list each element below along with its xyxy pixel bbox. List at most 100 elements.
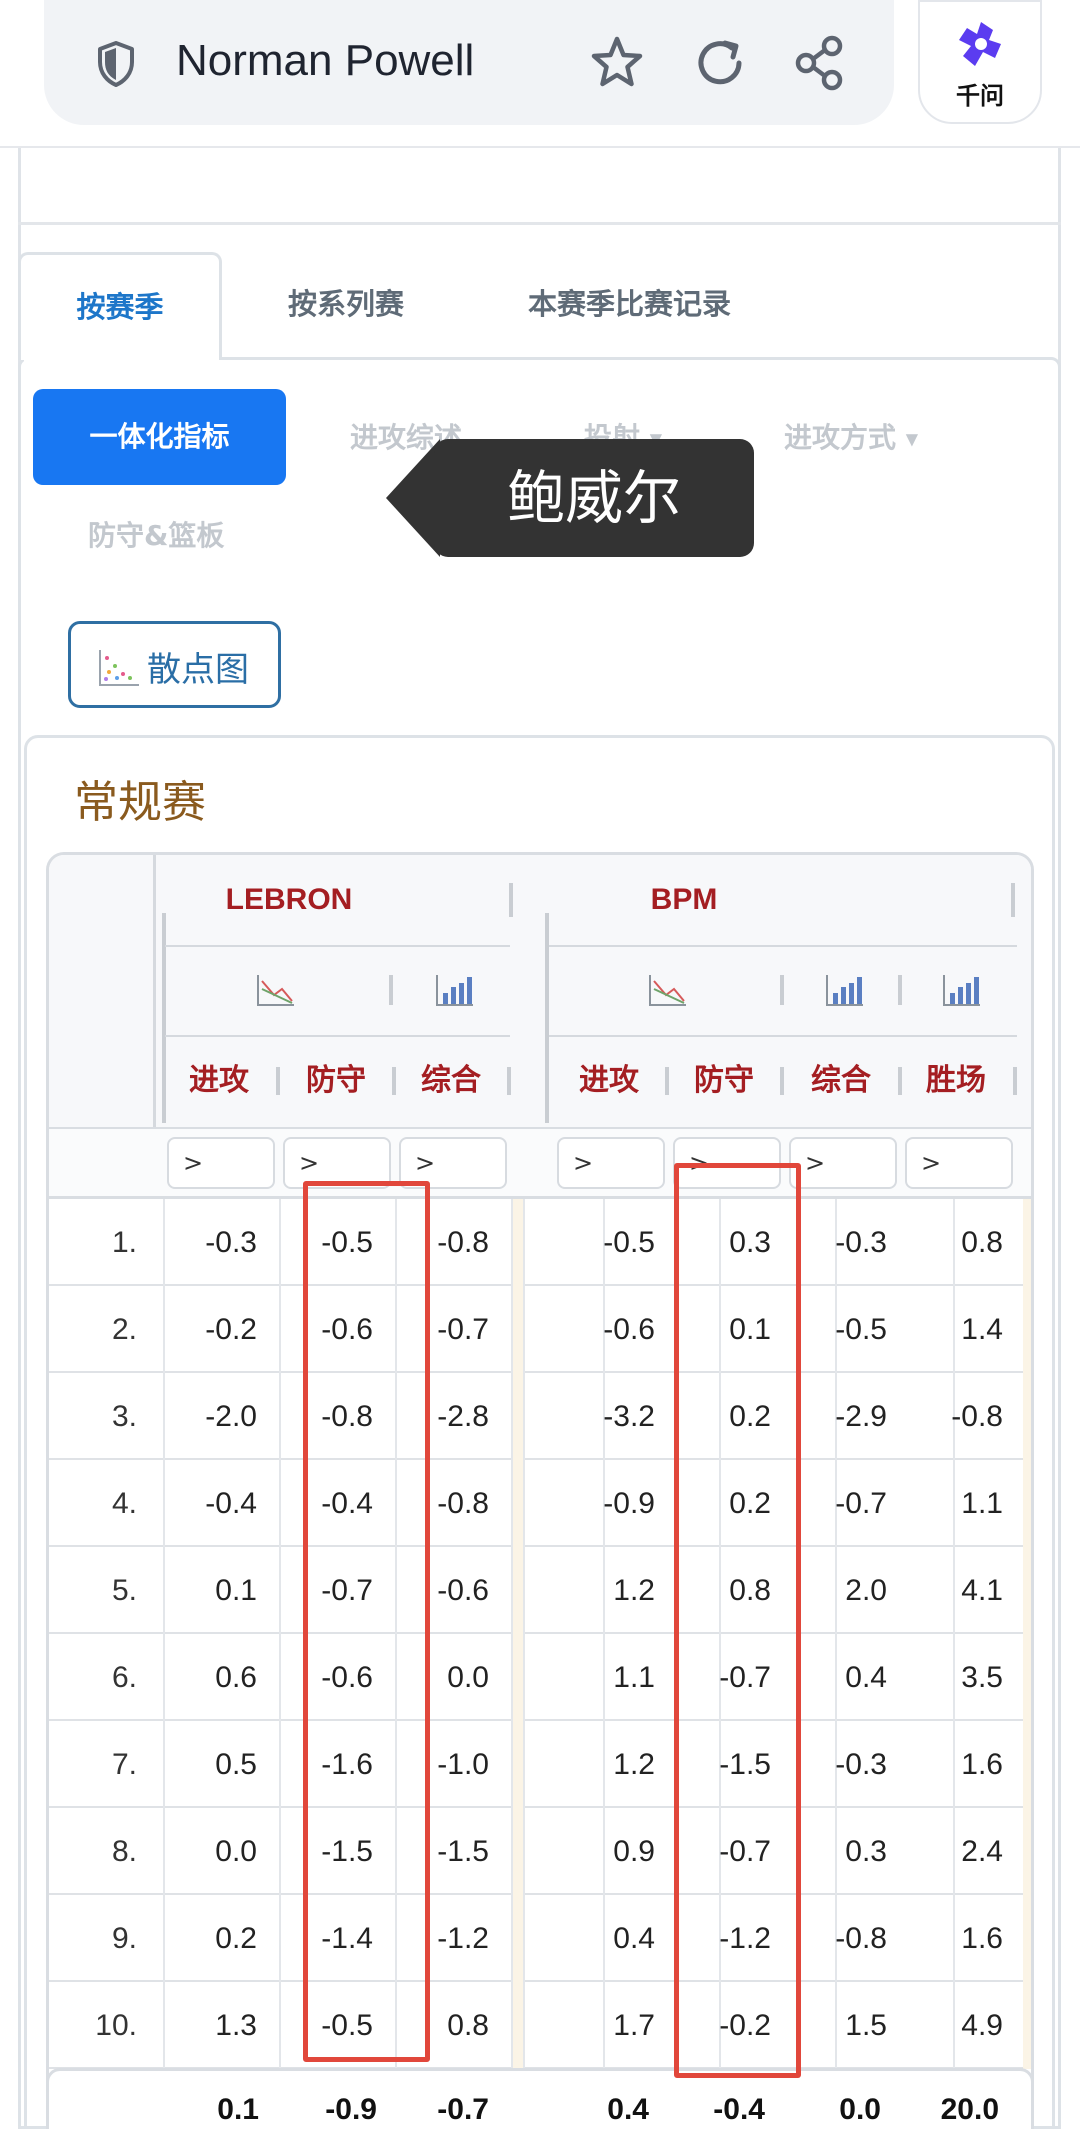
group-spacer (513, 1808, 523, 1895)
filter-input[interactable]: > (789, 1137, 897, 1189)
table-cell: -0.4 (205, 1487, 257, 1520)
group-spacer (513, 1460, 523, 1547)
subtab-label: 防守&篮板 (88, 519, 225, 552)
row-rank: 7. (111, 1748, 137, 1781)
star-icon[interactable] (588, 34, 646, 96)
header-divider (507, 1067, 511, 1095)
subtab-integrated-metrics[interactable]: 一体化指标 (33, 389, 286, 485)
bar-chart-icon[interactable] (942, 973, 982, 1011)
table-cell: 1.6 (961, 1748, 1003, 1781)
header-rule (165, 1035, 510, 1037)
table-cell: 0.9 (613, 1835, 655, 1868)
divider (18, 222, 1061, 225)
table-row: 2. -0.2 -0.6 -0.7 -0.6 0.1 -0.5 1.4 (49, 1286, 1031, 1373)
filter-input[interactable]: > (167, 1137, 275, 1189)
section-title: 常规赛 (74, 777, 206, 828)
table-cell: 0.0 (215, 1835, 257, 1868)
header-rule (549, 1035, 1017, 1037)
header-divider (898, 975, 902, 1005)
col-header-bpm-wins[interactable]: 胜场 (906, 1051, 1006, 1111)
table-row: 3. -2.0 -0.8 -2.8 -3.2 0.2 -2.9 -0.8 (49, 1373, 1031, 1460)
bar-chart-icon[interactable] (435, 973, 475, 1011)
col-header-lebron-defense[interactable]: 防守 (286, 1051, 386, 1111)
column-separator (523, 1199, 525, 1286)
filter-input[interactable]: > (557, 1137, 665, 1189)
tooltip-text: 鲍威尔 (506, 464, 681, 532)
scatter-plot-button[interactable]: 散点图 (68, 621, 281, 708)
row-rank: 1. (111, 1226, 137, 1259)
tab-game-log[interactable]: 本赛季比赛记录 (528, 252, 788, 360)
table-cell: -3.2 (603, 1400, 655, 1433)
group-spacer (513, 1721, 523, 1808)
tab-label: 本赛季比赛记录 (528, 287, 732, 321)
table-row: 10. 1.3 -0.5 0.8 1.7 -0.2 1.5 4.9 (49, 1982, 1031, 2069)
group-spacer (1023, 1460, 1031, 1547)
bar-chart-icon[interactable] (825, 973, 865, 1011)
col-header-lebron-offense[interactable]: 进攻 (169, 1051, 269, 1111)
row-rank: 2. (111, 1313, 137, 1346)
highlight-box-lebron-defense (303, 1181, 430, 2062)
tab-label: 按赛季 (76, 290, 164, 324)
table-cell: -0.5 (603, 1226, 655, 1259)
group-header-bpm: BPM (650, 883, 718, 916)
group-spacer (513, 1373, 523, 1460)
row-rank: 6. (111, 1661, 137, 1694)
row-rank: 5. (111, 1574, 137, 1607)
table-row: 1. -0.3 -0.5 -0.8 -0.5 0.3 -0.3 0.8 (49, 1199, 1031, 1286)
scatter-plot-icon (97, 648, 141, 692)
column-separator (523, 1547, 525, 1634)
header-divider (392, 1067, 396, 1095)
col-header-lebron-overall[interactable]: 综合 (401, 1051, 501, 1111)
header-divider (1013, 1067, 1017, 1095)
table-cell: 1.1 (613, 1661, 655, 1694)
table-cell: 0.8 (961, 1226, 1003, 1259)
subtab-defense-rebound[interactable]: 防守&篮板 (88, 514, 224, 554)
qianwen-button[interactable]: 千问 (918, 0, 1042, 124)
table-cell: -2.0 (205, 1400, 257, 1433)
col-header-bpm-defense[interactable]: 防守 (674, 1051, 774, 1111)
table-cell: -0.6 (603, 1313, 655, 1346)
column-separator (523, 1634, 525, 1721)
col-header-bpm-overall[interactable]: 综合 (791, 1051, 891, 1111)
table-cell: 1.2 (613, 1574, 655, 1607)
player-tooltip: 鲍威尔 (386, 439, 754, 557)
line-chart-icon[interactable] (648, 973, 688, 1011)
header-divider (665, 1067, 669, 1095)
table-cell: -0.8 (951, 1400, 1003, 1433)
col-header-bpm-offense[interactable]: 进攻 (559, 1051, 659, 1111)
shield-icon[interactable] (96, 40, 136, 92)
subtab-label: 进攻方式 (784, 421, 897, 454)
table-cell: 0.6 (215, 1661, 257, 1694)
total-cell: 0.4 (607, 2093, 649, 2126)
line-chart-icon[interactable] (256, 973, 296, 1011)
group-spacer (513, 1199, 523, 1286)
refresh-icon[interactable] (692, 34, 748, 96)
header-divider (153, 855, 156, 1127)
column-separator (523, 1286, 525, 1373)
column-separator (523, 1808, 525, 1895)
column-separator (523, 1721, 525, 1808)
table-cell: 1.1 (961, 1487, 1003, 1520)
tab-by-series[interactable]: 按系列赛 (288, 252, 448, 360)
tab-by-season[interactable]: 按赛季 (18, 252, 222, 360)
page: Norman Powell 千问 按赛季 按系列赛 本赛季比赛记录 一体化指标 … (0, 0, 1080, 2129)
group-spacer (513, 1547, 523, 1634)
table-cell: -0.3 (205, 1226, 257, 1259)
group-header-lebron: LEBRON (225, 883, 353, 916)
subtab-offense-type[interactable]: 进攻方式 ▼ (784, 416, 918, 456)
filter-input[interactable]: > (905, 1137, 1013, 1189)
table-row: 8. 0.0 -1.5 -1.5 0.9 -0.7 0.3 2.4 (49, 1808, 1031, 1895)
table-row: 4. -0.4 -0.4 -0.8 -0.9 0.2 -0.7 1.1 (49, 1460, 1031, 1547)
total-cell: 0.1 (217, 2093, 259, 2126)
group-spacer (513, 1895, 523, 1982)
header-divider (780, 975, 784, 1005)
subtab-label: 一体化指标 (89, 420, 230, 453)
share-icon[interactable] (792, 34, 848, 96)
table-cell: 4.1 (961, 1574, 1003, 1607)
group-spacer (1023, 1373, 1031, 1460)
total-cell: 0.0 (839, 2093, 881, 2126)
header-divider (780, 1067, 784, 1095)
group-spacer (1023, 1634, 1031, 1721)
tooltip-arrow (386, 439, 440, 557)
browser-topbar: Norman Powell 千问 (0, 0, 1080, 148)
